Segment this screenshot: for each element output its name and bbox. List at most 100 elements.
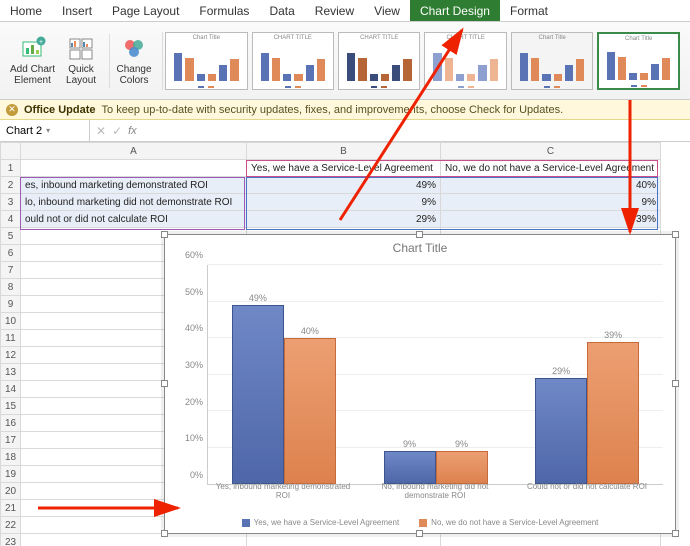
chart-style-thumb-2[interactable]: CHART TITLE	[252, 32, 334, 90]
tab-page-layout[interactable]: Page Layout	[102, 0, 189, 21]
add-chart-element-icon: +	[20, 36, 46, 62]
cell[interactable]: Yes, we have a Service-Level Agreement	[247, 160, 441, 177]
cell[interactable]: lo, inbound marketing did not demonstrat…	[21, 194, 247, 211]
col-head-c[interactable]: C	[441, 143, 661, 160]
row-head[interactable]: 5	[1, 228, 21, 245]
add-chart-element-button[interactable]: + Add Chart Element	[6, 34, 59, 88]
chart-object[interactable]: Chart Title 0% 10% 20% 30% 40% 50% 60% 4…	[164, 234, 676, 534]
tab-data[interactable]: Data	[259, 0, 304, 21]
cancel-formula-icon[interactable]: ✕	[96, 124, 106, 138]
row-head[interactable]: 11	[1, 330, 21, 347]
chart-style-thumb-4[interactable]: CHART TITLE	[424, 32, 506, 90]
chart-bar[interactable]	[436, 451, 488, 484]
chart-bar-group[interactable]: 49%40%	[208, 265, 360, 484]
row-head[interactable]: 18	[1, 449, 21, 466]
fx-icon[interactable]: fx	[128, 125, 137, 137]
xcat: Yes, inbound marketing demonstrated ROI	[207, 481, 359, 503]
add-chart-element-label: Add Chart Element	[10, 64, 55, 86]
tab-chart-design[interactable]: Chart Design	[410, 0, 500, 21]
row-head[interactable]: 10	[1, 313, 21, 330]
cell[interactable]: es, inbound marketing demonstrated ROI	[21, 177, 247, 194]
row-head[interactable]: 17	[1, 432, 21, 449]
chart-title[interactable]: Chart Title	[165, 235, 675, 257]
cell[interactable]: 9%	[441, 194, 661, 211]
chart-style-thumb-5[interactable]: Chart Title	[511, 32, 593, 90]
chart-legend[interactable]: Yes, we have a Service-Level Agreement N…	[165, 518, 675, 527]
name-box-value: Chart 2	[6, 125, 42, 137]
row-head[interactable]: 8	[1, 279, 21, 296]
row-head[interactable]: 20	[1, 483, 21, 500]
row-head[interactable]: 4	[1, 211, 21, 228]
cell[interactable]: ould not or did not calculate ROI	[21, 211, 247, 228]
cell[interactable]	[21, 534, 247, 546]
name-box[interactable]: Chart 2 ▾	[0, 120, 90, 141]
tab-format[interactable]: Format	[500, 0, 558, 21]
chart-bar[interactable]	[384, 451, 436, 484]
row-head[interactable]: 3	[1, 194, 21, 211]
chart-bar-group[interactable]: 9%9%	[360, 265, 512, 484]
row-head[interactable]: 16	[1, 415, 21, 432]
cell[interactable]: 9%	[247, 194, 441, 211]
row-head[interactable]: 1	[1, 160, 21, 177]
chart-bar[interactable]	[535, 378, 587, 484]
select-all-cell[interactable]	[1, 143, 21, 160]
tab-review[interactable]: Review	[305, 0, 364, 21]
cell[interactable]: 49%	[247, 177, 441, 194]
chart-bar[interactable]	[284, 338, 336, 484]
change-colors-label: Change Colors	[117, 64, 152, 86]
row-head[interactable]: 19	[1, 466, 21, 483]
legend-item-1[interactable]: Yes, we have a Service-Level Agreement	[242, 518, 400, 527]
row-head[interactable]: 14	[1, 381, 21, 398]
tab-formulas[interactable]: Formulas	[189, 0, 259, 21]
cell[interactable]: 39%	[441, 211, 661, 228]
cell[interactable]: No, we do not have a Service-Level Agree…	[441, 160, 661, 177]
quick-layout-icon	[68, 36, 94, 62]
chart-bar[interactable]	[587, 342, 639, 484]
tab-view[interactable]: View	[364, 0, 410, 21]
cell[interactable]: 29%	[247, 211, 441, 228]
chart-bar-label: 9%	[455, 439, 468, 449]
cell[interactable]: 40%	[441, 177, 661, 194]
chart-style-thumb-3[interactable]: CHART TITLE	[338, 32, 420, 90]
chart-bar-label: 49%	[249, 293, 267, 303]
row-head[interactable]: 12	[1, 347, 21, 364]
row-head[interactable]: 7	[1, 262, 21, 279]
chart-style-thumb-6[interactable]: Chart Title	[597, 32, 680, 90]
row-head[interactable]: 13	[1, 364, 21, 381]
change-colors-button[interactable]: Change Colors	[112, 34, 156, 88]
chart-plot-area[interactable]: 49%40%9%9%29%39%	[207, 265, 663, 485]
tab-home[interactable]: Home	[0, 0, 52, 21]
chart-bar-group[interactable]: 29%39%	[511, 265, 663, 484]
close-icon[interactable]: ✕	[6, 104, 18, 116]
legend-label: No, we do not have a Service-Level Agree…	[431, 518, 598, 527]
row-head[interactable]: 9	[1, 296, 21, 313]
thumb-title: Chart Title	[599, 36, 678, 42]
row-head[interactable]: 21	[1, 500, 21, 517]
ytick: 0%	[190, 470, 203, 480]
row-head[interactable]: 2	[1, 177, 21, 194]
row-head[interactable]: 15	[1, 398, 21, 415]
tab-insert[interactable]: Insert	[52, 0, 102, 21]
chart-style-thumb-1[interactable]: Chart Title	[165, 32, 247, 90]
row-head[interactable]: 23	[1, 534, 21, 546]
thumb-title: CHART TITLE	[425, 35, 505, 41]
chart-bar[interactable]	[232, 305, 284, 484]
thumb-title: Chart Title	[512, 35, 592, 41]
chart-x-axis: Yes, inbound marketing demonstrated ROI …	[207, 481, 663, 503]
legend-item-2[interactable]: No, we do not have a Service-Level Agree…	[419, 518, 598, 527]
cell[interactable]	[441, 534, 661, 546]
col-head-b[interactable]: B	[247, 143, 441, 160]
row-head[interactable]: 22	[1, 517, 21, 534]
xcat: Could not or did not calculate ROI	[511, 481, 663, 503]
formula-input[interactable]	[143, 120, 690, 141]
quick-layout-label: Quick Layout	[66, 64, 96, 86]
ytick: 30%	[185, 360, 203, 370]
row-head[interactable]: 6	[1, 245, 21, 262]
cell[interactable]	[247, 534, 441, 546]
spreadsheet-area[interactable]: A B C 1 Yes, we have a Service-Level Agre…	[0, 142, 690, 546]
ytick: 20%	[185, 397, 203, 407]
quick-layout-button[interactable]: Quick Layout	[59, 34, 103, 88]
col-head-a[interactable]: A	[21, 143, 247, 160]
cell[interactable]	[21, 160, 247, 177]
enter-formula-icon[interactable]: ✓	[112, 124, 122, 138]
